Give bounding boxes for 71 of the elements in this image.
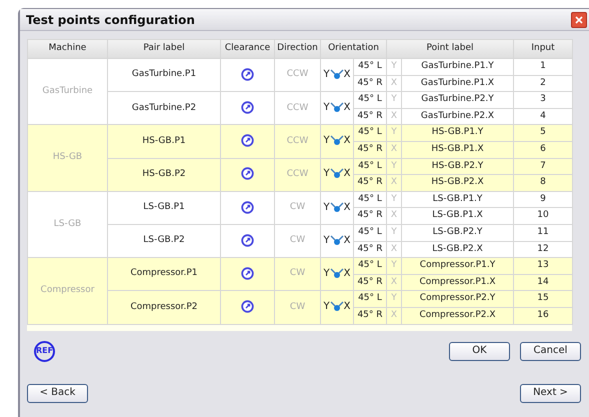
input-cell: 11 bbox=[514, 224, 573, 242]
input-cell: 3 bbox=[514, 92, 573, 108]
gauge-icon[interactable] bbox=[241, 68, 254, 81]
cancel-button[interactable]: Cancel bbox=[520, 342, 581, 360]
input-cell: 1 bbox=[514, 58, 573, 76]
point-label-cell: GasTurbine.P2.Y bbox=[402, 92, 514, 108]
axis-cell: X bbox=[386, 307, 402, 324]
pair-label-cell: LS-GB.P1 bbox=[108, 191, 220, 224]
axis-cell: Y bbox=[386, 224, 402, 242]
angle-cell: 45° R bbox=[354, 174, 386, 192]
axis-cell: X bbox=[386, 174, 402, 192]
next-button[interactable]: Next > bbox=[520, 384, 581, 402]
axis-cell: Y bbox=[386, 258, 402, 274]
axis-cell: Y bbox=[386, 290, 402, 308]
direction-cell: CCW bbox=[274, 158, 320, 192]
column-header[interactable]: Machine bbox=[28, 40, 108, 58]
point-label-cell: GasTurbine.P1.Y bbox=[402, 58, 514, 76]
direction-cell: CW bbox=[274, 290, 320, 324]
input-cell: 10 bbox=[514, 208, 573, 224]
point-label-cell: LS-GB.P2.Y bbox=[402, 224, 514, 242]
angle-cell: 45° R bbox=[354, 141, 386, 158]
point-label-cell: HS-GB.P2.X bbox=[402, 174, 514, 192]
angle-cell: 45° L bbox=[354, 224, 386, 242]
angle-cell: 45° L bbox=[354, 290, 386, 308]
machine-cell: Compressor bbox=[28, 258, 108, 324]
ok-button[interactable]: OK bbox=[449, 342, 510, 360]
gauge-icon[interactable] bbox=[241, 101, 254, 114]
pair-label-cell: HS-GB.P1 bbox=[108, 124, 220, 158]
input-cell: 16 bbox=[514, 307, 573, 324]
axis-cell: Y bbox=[386, 58, 402, 76]
close-button[interactable] bbox=[571, 12, 587, 28]
machine-cell: GasTurbine bbox=[28, 58, 108, 125]
angle-cell: 45° L bbox=[354, 58, 386, 76]
column-header[interactable]: Pair label bbox=[108, 40, 220, 58]
input-cell: 13 bbox=[514, 258, 573, 274]
column-header[interactable]: Point label bbox=[386, 40, 514, 58]
axis-cell: Y bbox=[386, 92, 402, 108]
machine-cell: LS-GB bbox=[28, 191, 108, 258]
gauge-icon[interactable] bbox=[241, 167, 254, 180]
axis-cell: Y bbox=[386, 124, 402, 142]
pair-label-cell: Compressor.P2 bbox=[108, 290, 220, 324]
axis-cell: X bbox=[386, 141, 402, 158]
axis-cell: X bbox=[386, 208, 402, 224]
angle-cell: 45° L bbox=[354, 124, 386, 142]
input-cell: 5 bbox=[514, 124, 573, 142]
back-button[interactable]: < Back bbox=[27, 384, 88, 402]
angle-cell: 45° L bbox=[354, 258, 386, 274]
gauge-icon[interactable] bbox=[241, 200, 254, 214]
machine-cell: HS-GB bbox=[28, 124, 108, 192]
gauge-icon[interactable] bbox=[241, 134, 254, 148]
close-icon bbox=[575, 16, 583, 24]
gauge-icon[interactable] bbox=[241, 234, 254, 247]
input-cell: 8 bbox=[514, 174, 573, 192]
angle-cell: 45° R bbox=[354, 307, 386, 324]
angle-cell: 45° R bbox=[354, 208, 386, 224]
input-cell: 15 bbox=[514, 290, 573, 308]
ref-badge[interactable]: REF bbox=[34, 340, 55, 362]
point-label-cell: HS-GB.P1.Y bbox=[402, 124, 514, 142]
point-label-cell: Compressor.P1.Y bbox=[402, 258, 514, 274]
point-label-cell: Compressor.P2.Y bbox=[402, 290, 514, 308]
direction-cell: CCW bbox=[274, 124, 320, 158]
input-cell: 6 bbox=[514, 141, 573, 158]
point-label-cell: HS-GB.P1.X bbox=[402, 141, 514, 158]
pair-label-cell: HS-GB.P2 bbox=[108, 158, 220, 192]
direction-cell: CW bbox=[274, 191, 320, 224]
angle-cell: 45° L bbox=[354, 92, 386, 108]
window-title: Test points configuration bbox=[26, 12, 195, 28]
point-label-cell: LS-GB.P1.X bbox=[402, 208, 514, 224]
gauge-icon[interactable] bbox=[241, 266, 254, 280]
point-label-cell: Compressor.P2.X bbox=[402, 307, 514, 324]
gauge-icon[interactable] bbox=[241, 300, 254, 314]
